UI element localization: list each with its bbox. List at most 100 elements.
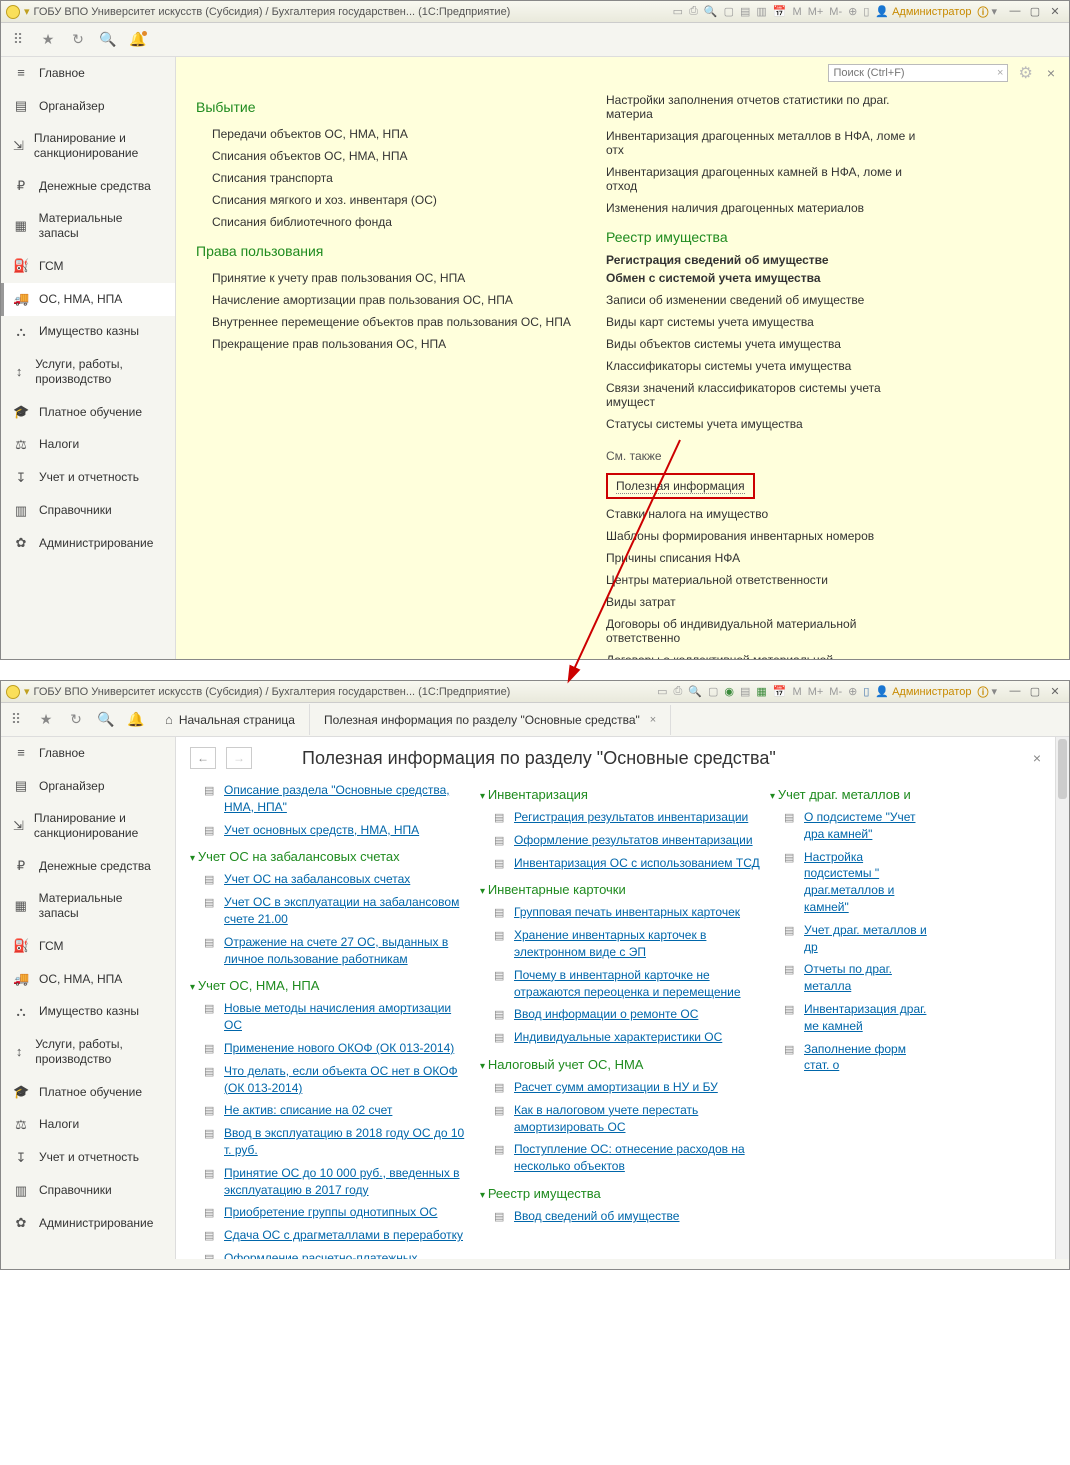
tb-icon[interactable]: ▦ [756,685,766,698]
doc-link[interactable]: ▤Сдача ОС с драгметаллами в переработку [190,1224,470,1247]
group-title[interactable]: Учет ОС на забалансовых счетах [190,849,470,864]
doc-link[interactable]: ▤Описание раздела "Основные средства, НМ… [190,779,470,819]
close-icon[interactable]: ✕ [1046,685,1064,698]
nav-link[interactable]: Списания объектов ОС, НМА, НПА [196,145,576,167]
doc-link-text[interactable]: Учет ОС на забалансовых счетах [224,871,410,888]
doc-link-text[interactable]: Описание раздела "Основные средства, НМА… [224,782,470,816]
doc-link[interactable]: ▤Индивидуальные характеристики ОС [480,1026,760,1049]
clear-icon[interactable]: × [997,67,1003,79]
doc-link[interactable]: ▤Инвентаризация драг. ме камней [770,998,930,1038]
doc-link-text[interactable]: Настройка подсистемы " драг.металлов и к… [804,849,930,916]
doc-link-text[interactable]: Сдача ОС с драгметаллами в переработку [224,1227,463,1244]
sidebar-item[interactable]: 🚚ОС, НМА, НПА [1,283,175,316]
doc-link-text[interactable]: Учет ОС в эксплуатации на забалансовом с… [224,894,470,928]
nav-link[interactable]: Списания мягкого и хоз. инвентаря (ОС) [196,189,576,211]
doc-link[interactable]: ▤Учет основных средств, НМА, НПА [190,819,470,842]
sidebar-item[interactable]: ₽Денежные средства [1,170,175,203]
nav-link[interactable]: Начисление амортизации прав пользования … [196,289,576,311]
doc-link-text[interactable]: Как в налоговом учете перестать амортизи… [514,1102,760,1136]
apps-icon[interactable]: ⠿ [9,31,27,49]
group-title[interactable]: Налоговый учет ОС, НМА [480,1057,760,1072]
gear-icon[interactable]: ⚙ [1014,63,1036,83]
nav-link[interactable]: Причины списания НФА [606,547,926,569]
nav-link-bold[interactable]: Обмен с системой учета имущества [606,271,926,285]
nav-link[interactable]: Связи значений классификаторов системы у… [606,377,926,413]
dropdown-icon[interactable]: ▾ [991,5,997,18]
doc-link[interactable]: ▤О подсистеме "Учет дра камней" [770,806,930,846]
minimize-icon[interactable]: — [1006,685,1024,698]
dropdown-icon[interactable]: ▾ [991,685,997,698]
doc-link-text[interactable]: Принятие ОС до 10 000 руб., введенных в … [224,1165,470,1199]
nav-link[interactable]: Внутреннее перемещение объектов прав пол… [196,311,576,333]
doc-link-text[interactable]: Ввод в эксплуатацию в 2018 году ОС до 10… [224,1125,470,1159]
doc-link[interactable]: ▤Учет драг. металлов и др [770,919,930,959]
calendar-icon[interactable]: 📅 [773,685,787,698]
nav-link[interactable]: Принятие к учету прав пользования ОС, НП… [196,267,576,289]
doc-link-text[interactable]: Ввод сведений об имуществе [514,1208,679,1225]
doc-link-text[interactable]: Почему в инвентарной карточке не отражаю… [514,967,760,1001]
nav-link[interactable]: Ставки налога на имущество [606,503,926,525]
nav-link[interactable]: Шаблоны формирования инвентарных номеров [606,525,926,547]
scrollbar-vertical[interactable] [1055,737,1069,1259]
doc-link[interactable]: ▤Хранение инвентарных карточек в электро… [480,924,760,964]
doc-link[interactable]: ▤Почему в инвентарной карточке не отража… [480,964,760,1004]
doc-link-text[interactable]: Приобретение группы однотипных ОС [224,1204,437,1221]
sidebar-item[interactable]: ⚖Налоги [1,1109,175,1142]
doc-link[interactable]: ▤Групповая печать инвентарных карточек [480,901,760,924]
group-title[interactable]: Учет ОС, НМА, НПА [190,978,470,993]
bell-icon[interactable]: 🔔 [127,711,145,729]
sidebar-item[interactable]: ⛬Имущество казны [1,316,175,349]
sidebar-item[interactable]: ≡Главное [1,57,175,90]
doc-link[interactable]: ▤Отчеты по драг. металла [770,958,930,998]
tb-icon[interactable]: ▤ [740,685,750,698]
doc-link-text[interactable]: Учет основных средств, НМА, НПА [224,822,419,839]
tb-icon[interactable]: ▯ [863,685,869,698]
minimize-icon[interactable]: — [1006,5,1024,18]
nav-link[interactable]: Статусы системы учета имущества [606,413,926,435]
nav-link[interactable]: Настройки заполнения отчетов статистики … [606,89,926,125]
group-title[interactable]: Учет драг. металлов и [770,787,930,802]
close-icon[interactable]: ✕ [1046,5,1064,18]
dropdown-icon[interactable]: ▾ [24,685,30,698]
nav-link[interactable]: Центры материальной ответственности [606,569,926,591]
sidebar-item[interactable]: ↕Услуги, работы, производство [1,349,175,396]
doc-link[interactable]: ▤Заполнение форм стат. о [770,1038,930,1078]
close-icon[interactable]: × [1033,750,1041,766]
sidebar-item[interactable]: ⇲Планирование и санкционирование [1,803,175,850]
tb-icon[interactable]: M+ [808,686,824,698]
doc-link-text[interactable]: Инвентаризация драг. ме камней [804,1001,930,1035]
dropdown-icon[interactable]: ▾ [24,5,30,18]
info-icon[interactable]: ⓘ [977,4,988,20]
info-icon[interactable]: ⓘ [977,684,988,700]
doc-link-text[interactable]: Хранение инвентарных карточек в электрон… [514,927,760,961]
doc-link[interactable]: ▤Поступление ОС: отнесение расходов на н… [480,1138,760,1178]
tb-icon[interactable]: ▯ [863,5,869,18]
nav-link[interactable]: Списания транспорта [196,167,576,189]
doc-link[interactable]: ▤Учет ОС в эксплуатации на забалансовом … [190,891,470,931]
sidebar-item[interactable]: ▥Справочники [1,1175,175,1208]
print-icon[interactable]: ⎙ [689,5,698,18]
nav-link[interactable]: Прекращение прав пользования ОС, НПА [196,333,576,355]
doc-link[interactable]: ▤Учет ОС на забалансовых счетах [190,868,470,891]
tab-home[interactable]: Начальная страница [151,704,310,735]
doc-link-text[interactable]: Оформление результатов инвентаризации [514,832,753,849]
doc-link[interactable]: ▤Что делать, если объекта ОС нет в ОКОФ … [190,1060,470,1100]
nav-link[interactable]: Списания библиотечного фонда [196,211,576,233]
tb-icon[interactable]: M+ [808,6,824,18]
sidebar-item[interactable]: ▦Материальные запасы [1,883,175,930]
doc-link[interactable]: ▤Приобретение группы однотипных ОС [190,1201,470,1224]
doc-link[interactable]: ▤Ввод сведений об имуществе [480,1205,760,1228]
user-badge[interactable]: 👤 Администратор [875,5,971,18]
nav-link[interactable]: Записи об изменении сведений об имуществ… [606,289,926,311]
doc-link-text[interactable]: Групповая печать инвентарных карточек [514,904,740,921]
nav-link[interactable]: Виды объектов системы учета имущества [606,333,926,355]
sidebar-item[interactable]: ⛬Имущество казны [1,996,175,1029]
nav-link-bold[interactable]: Регистрация сведений об имуществе [606,253,926,267]
print-icon[interactable]: ⎙ [673,685,682,698]
sidebar-item[interactable]: ▦Материальные запасы [1,203,175,250]
doc-link-text[interactable]: Отчеты по драг. металла [804,961,930,995]
doc-link[interactable]: ▤Инвентаризация ОС с использованием ТСД [480,852,760,875]
nav-link[interactable]: Виды затрат [606,591,926,613]
sidebar-item[interactable]: 🎓Платное обучение [1,396,175,429]
doc-link[interactable]: ▤Ввод в эксплуатацию в 2018 году ОС до 1… [190,1122,470,1162]
